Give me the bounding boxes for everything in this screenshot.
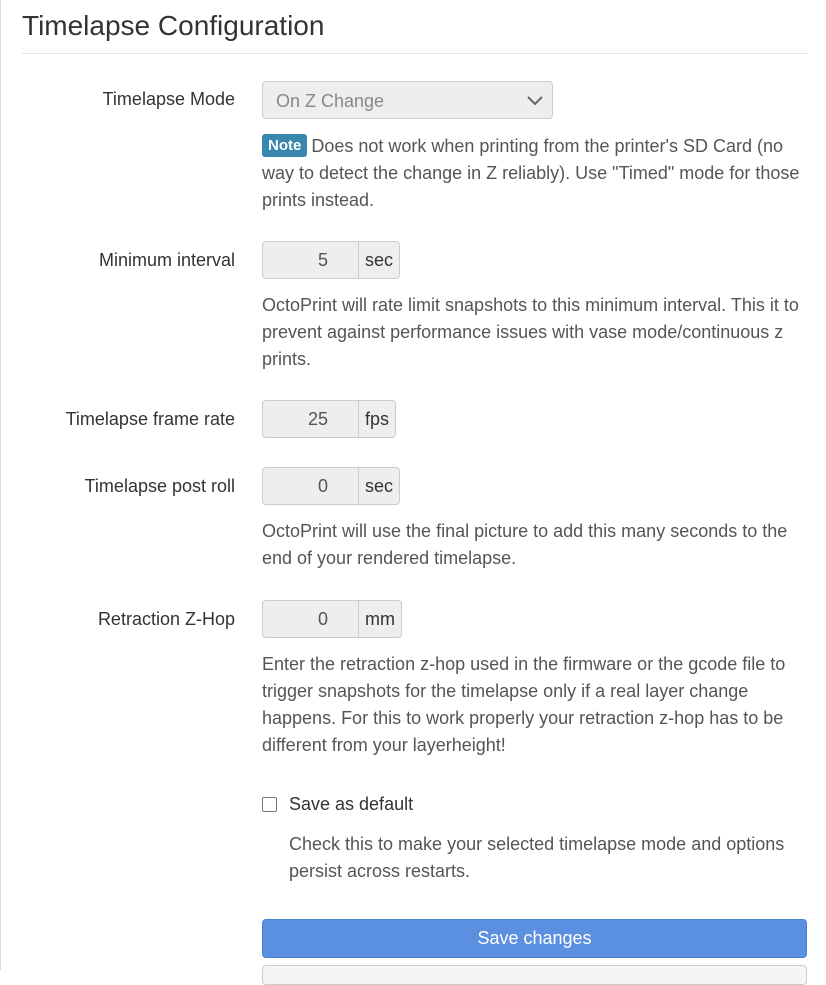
minimum-interval-help: OctoPrint will rate limit snapshots to t…	[262, 295, 799, 369]
frame-rate-label: Timelapse frame rate	[65, 409, 235, 429]
zhop-input[interactable]: 0	[262, 600, 359, 638]
post-roll-help: OctoPrint will use the final picture to …	[262, 521, 788, 568]
note-text: Does not work when printing from the pri…	[262, 136, 800, 210]
zhop-help: Enter the retraction z-hop used in the f…	[262, 654, 786, 755]
save-default-help: Check this to make your selected timelap…	[289, 834, 785, 881]
frame-rate-group: 25 fps	[262, 400, 397, 438]
save-default-label[interactable]: Save as default	[289, 794, 413, 815]
save-default-checkbox[interactable]	[262, 797, 277, 812]
minimum-interval-label: Minimum interval	[98, 250, 235, 270]
zhop-group: 0 mm	[262, 600, 402, 638]
title-divider	[22, 53, 808, 54]
post-roll-input[interactable]: 0	[262, 467, 359, 505]
minimum-interval-group: 5 sec	[262, 241, 401, 279]
timelapse-mode-label: Timelapse Mode	[102, 89, 235, 109]
note-badge: Note	[262, 134, 308, 157]
secondary-button[interactable]	[262, 965, 807, 985]
post-roll-group: 0 sec	[262, 467, 401, 505]
frame-rate-unit: fps	[359, 400, 397, 438]
save-changes-button[interactable]: Save changes	[262, 919, 807, 958]
post-roll-unit: sec	[359, 467, 401, 505]
post-roll-label: Timelapse post roll	[84, 476, 235, 496]
page-title: Timelapse Configuration	[22, 10, 325, 41]
zhop-label: Retraction Z-Hop	[97, 609, 235, 629]
panel-border	[0, 0, 1, 970]
timelapse-mode-note: Note Does not work when printing from the…	[262, 133, 810, 214]
zhop-unit: mm	[359, 600, 402, 638]
chevron-down-icon	[527, 96, 543, 106]
timelapse-mode-value: On Z Change	[276, 91, 385, 111]
minimum-interval-unit: sec	[359, 241, 401, 279]
frame-rate-input[interactable]: 25	[262, 400, 359, 438]
timelapse-mode-select[interactable]: On Z Change	[262, 81, 553, 119]
minimum-interval-input[interactable]: 5	[262, 241, 359, 279]
